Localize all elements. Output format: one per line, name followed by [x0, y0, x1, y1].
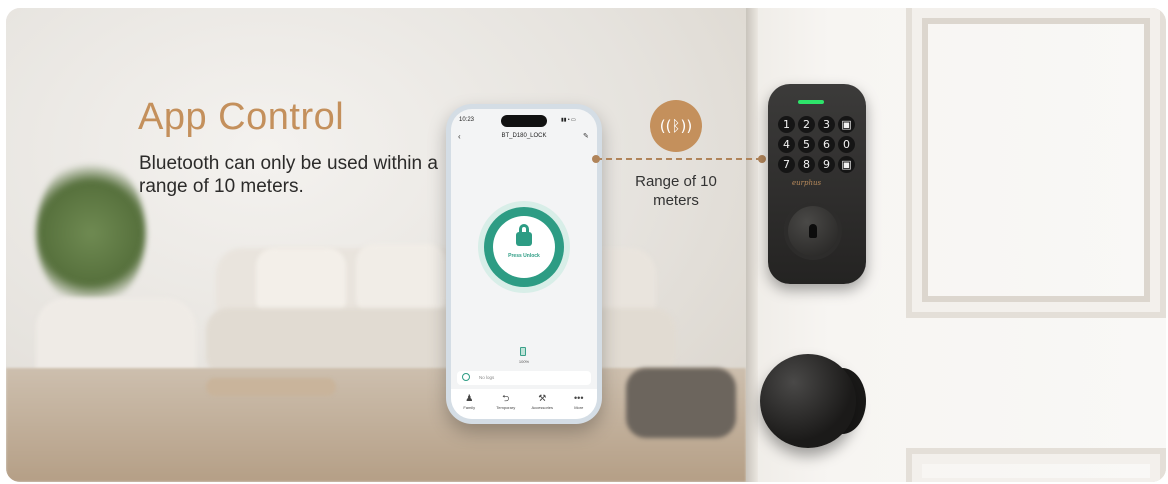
keypad-key[interactable]: 1 — [778, 116, 795, 133]
coffee-table — [206, 378, 336, 396]
keypad-key[interactable]: 9 — [818, 156, 835, 173]
device-name: BT_D180_LOCK — [501, 133, 547, 139]
phone-screen: 10:23 ▮▮ • ▭ ‹ BT_D180_LOCK ✎ Press Unlo… — [451, 109, 597, 419]
tab-accessories[interactable]: ⚒ Accessories — [525, 389, 559, 419]
smartphone: 10:23 ▮▮ • ▭ ‹ BT_D180_LOCK ✎ Press Unlo… — [446, 104, 602, 424]
throw-blanket — [626, 368, 736, 438]
battery-icon — [520, 347, 526, 356]
keyhole — [809, 224, 817, 238]
battery-level: 100% — [518, 359, 530, 364]
key-icon: ⮌ — [502, 393, 510, 403]
keypad-key[interactable]: 8 — [798, 156, 815, 173]
tab-label: Temporary — [496, 405, 516, 410]
more-icon: ••• — [574, 393, 584, 403]
range-endpoint-lock — [758, 155, 766, 163]
bluetooth-signal-icon: ((ᛒ)) — [650, 100, 702, 152]
keypad-lock-key[interactable]: ▣ — [838, 116, 855, 133]
door-panel — [906, 8, 1166, 318]
app-header: ‹ BT_D180_LOCK ✎ — [451, 131, 597, 145]
status-icons: ▮▮ • ▭ — [561, 117, 576, 123]
plant-decor — [36, 158, 146, 308]
keypad-key[interactable]: 6 — [818, 136, 835, 153]
description: Bluetooth can only be used within a rang… — [139, 153, 438, 197]
unlock-button[interactable]: Press Unlock — [484, 207, 564, 287]
family-icon: ♟ — [465, 393, 474, 403]
padlock-icon — [516, 232, 532, 246]
dynamic-island — [501, 115, 547, 127]
key-cylinder — [784, 202, 842, 260]
tab-family[interactable]: ♟ Family — [452, 389, 486, 419]
smart-deadbolt-lock: 1 2 3 ▣ 4 5 6 0 7 8 9 ▣ eurphus — [768, 84, 866, 284]
edit-pencil-icon[interactable]: ✎ — [583, 132, 589, 140]
keypad-unlock-key[interactable]: ▣ — [838, 156, 855, 173]
logs-row[interactable]: No logs — [457, 371, 591, 385]
unlock-button-inner: Press Unlock — [493, 216, 555, 278]
logs-label: No logs — [479, 375, 495, 380]
cushion — [356, 244, 446, 316]
keypad-key[interactable]: 0 — [838, 136, 855, 153]
bottom-tabbar: ♟ Family ⮌ Temporary ⚒ Accessories ••• M… — [451, 389, 597, 419]
keypad-key[interactable]: 4 — [778, 136, 795, 153]
keypad-key[interactable]: 5 — [798, 136, 815, 153]
door-knob — [760, 354, 856, 448]
range-endpoint-phone — [592, 155, 600, 163]
keypad: 1 2 3 ▣ 4 5 6 0 7 8 9 ▣ — [778, 116, 855, 173]
tab-more[interactable]: ••• More — [562, 389, 596, 419]
bell-icon — [462, 373, 470, 381]
door-panel-lower — [906, 448, 1166, 482]
tab-temporary[interactable]: ⮌ Temporary — [489, 389, 523, 419]
tab-label: Accessories — [531, 405, 554, 410]
status-led — [798, 100, 824, 104]
tools-icon: ⚒ — [538, 393, 547, 403]
headline: App Control — [138, 96, 345, 138]
keypad-key[interactable]: 3 — [818, 116, 835, 133]
status-time: 10:23 — [459, 117, 475, 123]
tab-label: More — [574, 405, 584, 410]
tab-label: Family — [463, 405, 476, 410]
door-edge — [746, 8, 758, 482]
unlock-label: Press Unlock — [508, 253, 540, 259]
lock-brand-logo: eurphus — [792, 179, 822, 187]
keypad-key[interactable]: 2 — [798, 116, 815, 133]
range-dashed-line — [596, 158, 762, 160]
keypad-key[interactable]: 7 — [778, 156, 795, 173]
range-label: Range of 10 meters — [635, 173, 717, 209]
